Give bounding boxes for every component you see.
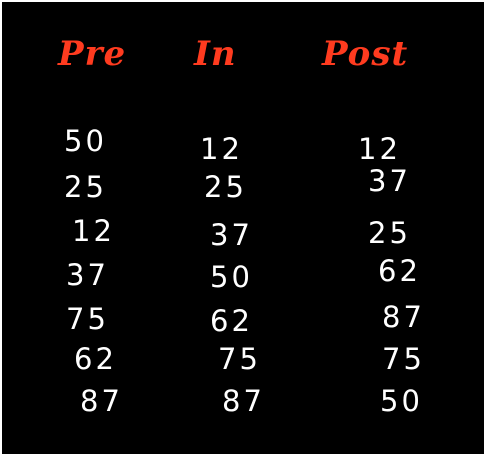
inorder-value: 87 <box>222 384 265 418</box>
inorder-value: 12 <box>200 132 243 166</box>
inorder-value: 37 <box>210 218 253 252</box>
preorder-column: Pre 50 25 12 37 75 62 87 <box>42 2 172 454</box>
preorder-value: 75 <box>66 302 109 336</box>
postorder-column: Post 12 37 25 62 87 75 50 <box>320 2 450 454</box>
postorder-value: 62 <box>378 254 421 288</box>
inorder-value: 50 <box>210 260 253 294</box>
preorder-value: 50 <box>64 124 107 158</box>
postorder-value: 87 <box>382 300 425 334</box>
inorder-column: In 12 25 37 50 62 75 87 <box>180 2 310 454</box>
whiteboard-canvas: Pre 50 25 12 37 75 62 87 In 12 25 37 50 … <box>2 2 484 454</box>
inorder-heading: In <box>194 34 237 74</box>
preorder-value: 62 <box>74 342 117 376</box>
postorder-value: 12 <box>358 132 401 166</box>
inorder-value: 62 <box>210 304 253 338</box>
inorder-value: 75 <box>218 342 261 376</box>
postorder-value: 75 <box>382 342 425 376</box>
postorder-value: 25 <box>368 216 411 250</box>
preorder-value: 37 <box>66 258 109 292</box>
inorder-value: 25 <box>204 170 247 204</box>
preorder-value: 87 <box>80 384 123 418</box>
postorder-value: 50 <box>380 384 423 418</box>
preorder-value: 12 <box>72 214 115 248</box>
preorder-heading: Pre <box>58 34 127 74</box>
preorder-value: 25 <box>64 170 107 204</box>
postorder-heading: Post <box>322 34 409 74</box>
postorder-value: 37 <box>368 164 411 198</box>
